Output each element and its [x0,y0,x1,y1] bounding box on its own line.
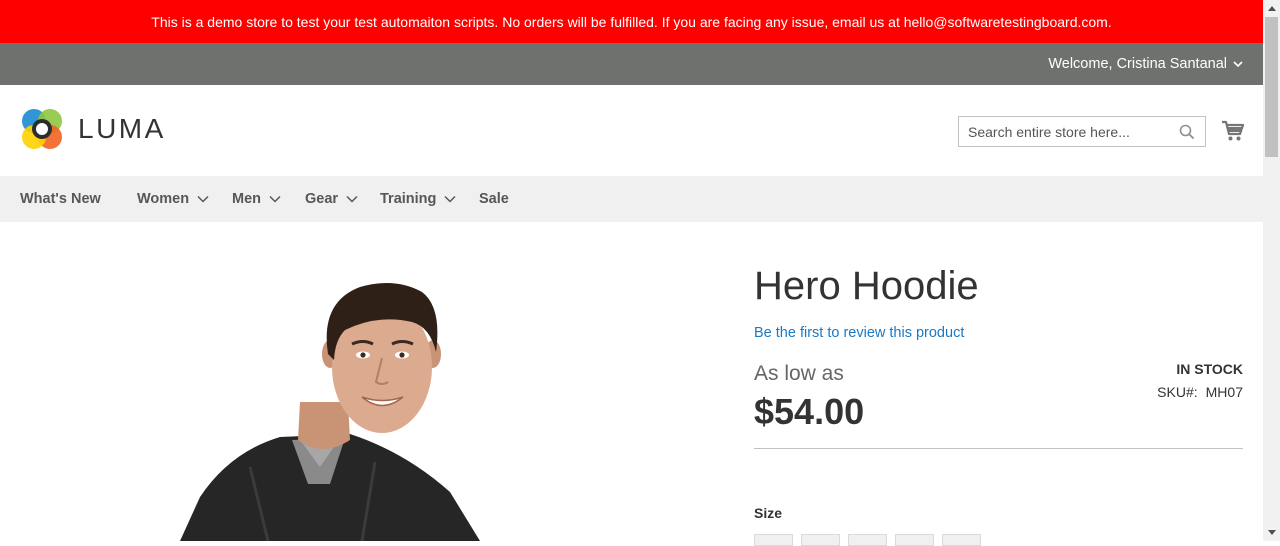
nav-item-gear[interactable]: Gear [305,176,358,222]
page-header: LUMA [0,85,1263,176]
sku-value: MH07 [1205,384,1243,400]
size-label: Size [754,505,783,521]
nav-item-whats-new[interactable]: What's New [20,176,101,222]
search-icon[interactable] [1179,124,1195,140]
chevron-down-icon [346,195,358,203]
chevron-down-icon [197,195,209,203]
divider [754,448,1243,449]
scroll-down-icon[interactable] [1263,524,1280,541]
nav-item-label: Women [137,191,190,207]
page-scrollbar[interactable] [1263,0,1280,541]
size-swatch[interactable] [848,534,887,546]
nav-item-sale[interactable]: Sale [479,176,509,222]
chevron-down-icon [269,195,281,203]
customer-welcome-menu[interactable]: Welcome, Cristina Santanal [1048,43,1243,85]
product-main-image[interactable] [150,262,480,541]
product-title: Hero Hoodie [754,264,979,308]
sku-label: SKU#: [1157,384,1198,400]
nav-item-label: Men [232,191,261,207]
luma-logo-icon [22,109,62,149]
scrollbar-thumb[interactable] [1265,17,1278,157]
nav-item-label: Sale [479,191,509,207]
search-box [958,116,1206,147]
nav-item-label: Training [380,191,437,207]
chevron-down-icon [1233,61,1243,68]
product-sku: SKU#: MH07 [1157,384,1243,400]
chevron-down-icon [444,195,456,203]
review-link[interactable]: Be the first to review this product [754,325,964,341]
shopping-cart-icon[interactable] [1221,119,1245,143]
nav-item-women[interactable]: Women [137,176,209,222]
demo-store-notice-text: This is a demo store to test your test a… [151,13,1112,30]
nav-item-label: Gear [305,191,339,207]
size-swatch[interactable] [754,534,793,546]
demo-store-notice: This is a demo store to test your test a… [0,0,1263,43]
product-price: $54.00 [754,391,865,432]
logo-link[interactable]: LUMA [20,107,166,151]
nav-item-label: What's New [20,191,101,207]
scroll-up-icon[interactable] [1263,0,1280,17]
welcome-text: Welcome, Cristina Santanal [1048,56,1227,72]
logo-text: LUMA [78,113,166,144]
nav-item-training[interactable]: Training [380,176,456,222]
stock-status: IN STOCK [1176,361,1243,377]
size-swatch[interactable] [801,534,840,546]
price-prefix: As low as [754,362,844,385]
size-swatch[interactable] [895,534,934,546]
size-swatch[interactable] [942,534,981,546]
main-navigation: What's New Women Men Gear Training Sale [0,176,1263,222]
search-input[interactable] [959,117,1178,146]
nav-item-men[interactable]: Men [232,176,281,222]
header-panel: Welcome, Cristina Santanal [0,43,1263,85]
